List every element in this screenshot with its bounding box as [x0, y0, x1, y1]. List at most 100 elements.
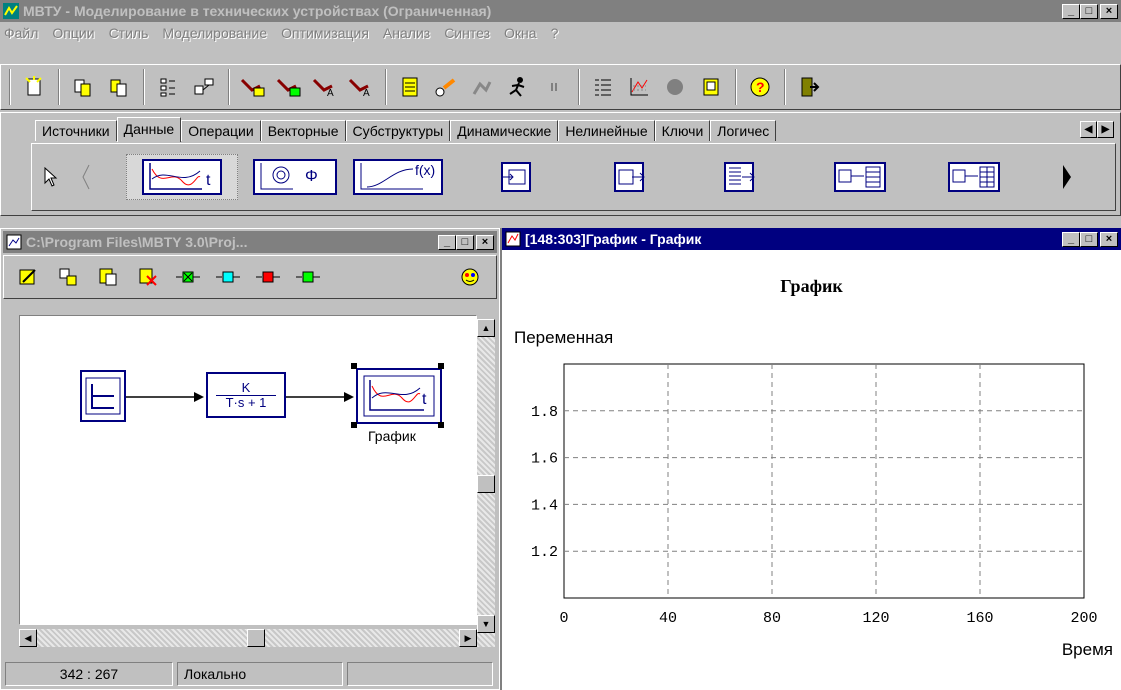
- palette-matrix-block[interactable]: [944, 154, 1004, 200]
- step-source-block[interactable]: [80, 370, 126, 422]
- block-icon-3[interactable]: A: [309, 72, 341, 102]
- pointer-tool-icon[interactable]: [36, 154, 66, 200]
- scroll-right-button[interactable]: ▶: [459, 629, 477, 647]
- menu-modeling[interactable]: Моделирование: [162, 25, 267, 41]
- menu-windows[interactable]: Окна: [504, 25, 537, 41]
- tab-vector[interactable]: Векторные: [260, 120, 346, 141]
- tab-sources[interactable]: Источники: [35, 120, 117, 141]
- menu-file[interactable]: Файл: [4, 25, 38, 41]
- pause-icon[interactable]: [538, 72, 570, 102]
- palette-file-output-block[interactable]: [720, 154, 760, 200]
- paste-block-icon[interactable]: [92, 262, 124, 292]
- view-icon[interactable]: [454, 262, 486, 292]
- svg-text:t: t: [206, 172, 211, 189]
- model-close-button[interactable]: ×: [476, 234, 494, 250]
- graph-window-titlebar[interactable]: [148:303]График - График _ □ ×: [502, 228, 1121, 250]
- palette-graph-block[interactable]: t: [126, 154, 238, 200]
- palette-phase-block[interactable]: Φ: [252, 154, 338, 200]
- plot-area[interactable]: 0 40 80 120 160 200 1.2 1.4 1.6 1.8: [502, 348, 1121, 648]
- menu-help[interactable]: ?: [551, 25, 559, 41]
- minimize-button[interactable]: _: [1062, 3, 1080, 19]
- plot-frame: [563, 363, 1085, 599]
- graph-minimize-button[interactable]: _: [1062, 231, 1080, 247]
- selection-handle[interactable]: [438, 422, 444, 428]
- save-icon[interactable]: [103, 72, 135, 102]
- block-icon-1[interactable]: [237, 72, 269, 102]
- link-cyan-icon[interactable]: [212, 262, 244, 292]
- params-icon[interactable]: [587, 72, 619, 102]
- tab-dynamic[interactable]: Динамические: [450, 120, 559, 141]
- new-icon[interactable]: [18, 72, 50, 102]
- graph-block[interactable]: t: [356, 368, 442, 424]
- model-maximize-button[interactable]: □: [456, 234, 474, 250]
- horizontal-scroll-thumb[interactable]: [247, 629, 265, 647]
- runner-icon[interactable]: [502, 72, 534, 102]
- tab-substructures[interactable]: Субструктуры: [345, 120, 451, 141]
- exit-icon[interactable]: [793, 72, 825, 102]
- scroll-left-icon[interactable]: [76, 154, 96, 200]
- y-tick-label: 1.8: [531, 404, 558, 421]
- model-canvas[interactable]: K T·s + 1 t График: [19, 315, 477, 625]
- menu-options[interactable]: Опции: [52, 25, 94, 41]
- graph-icon[interactable]: [623, 72, 655, 102]
- menu-synthesis[interactable]: Синтез: [444, 25, 490, 41]
- menu-optimization[interactable]: Оптимизация: [281, 25, 369, 41]
- app-icon: [3, 3, 19, 19]
- vertical-scrollbar[interactable]: ▲ ▼: [477, 319, 495, 647]
- link-green-icon[interactable]: [292, 262, 324, 292]
- vertical-scroll-thumb[interactable]: [477, 475, 495, 493]
- delete-block-icon[interactable]: [132, 262, 164, 292]
- tab-nonlinear[interactable]: Нелинейные: [558, 120, 655, 141]
- tab-operations[interactable]: Операции: [181, 120, 261, 141]
- block-palette: Источники Данные Операции Векторные Субс…: [0, 112, 1121, 216]
- block-icon-4[interactable]: A: [345, 72, 377, 102]
- scroll-down-button[interactable]: ▼: [477, 615, 495, 633]
- tabs-scroll-right[interactable]: ▶: [1097, 121, 1114, 138]
- menu-analysis[interactable]: Анализ: [383, 25, 430, 41]
- stop-icon[interactable]: [659, 72, 691, 102]
- document-icon[interactable]: [394, 72, 426, 102]
- help-icon[interactable]: ?: [744, 72, 776, 102]
- palette-fx-block[interactable]: f(x): [352, 154, 444, 200]
- tabs-scroll-left[interactable]: ◀: [1080, 121, 1097, 138]
- palette-table-block[interactable]: [830, 154, 890, 200]
- edit-icon[interactable]: [12, 262, 44, 292]
- palette-input-block[interactable]: [496, 154, 536, 200]
- model-window-titlebar[interactable]: C:\Program Files\MBTY 3.0\Proj... _ □ ×: [3, 231, 497, 253]
- block-icon-2[interactable]: [273, 72, 305, 102]
- graph-maximize-button[interactable]: □: [1080, 231, 1098, 247]
- tab-data[interactable]: Данные: [116, 117, 182, 142]
- close-button[interactable]: ×: [1100, 3, 1118, 19]
- model-minimize-button[interactable]: _: [438, 234, 456, 250]
- tree-icon[interactable]: [188, 72, 220, 102]
- list-icon[interactable]: [152, 72, 184, 102]
- graph-window: [148:303]График - График _ □ × График Пе…: [500, 228, 1121, 690]
- maximize-button[interactable]: □: [1080, 3, 1098, 19]
- link-x-icon[interactable]: [172, 262, 204, 292]
- scroll-left-button[interactable]: ◀: [19, 629, 37, 647]
- link-red-icon[interactable]: [252, 262, 284, 292]
- scroll-up-button[interactable]: ▲: [477, 319, 495, 337]
- print-icon[interactable]: [695, 72, 727, 102]
- scroll-right-icon[interactable]: [1052, 154, 1082, 200]
- selection-handle[interactable]: [351, 422, 357, 428]
- horizontal-scrollbar[interactable]: ◀ ▶: [19, 629, 477, 647]
- open-icon[interactable]: [67, 72, 99, 102]
- copy-block-icon[interactable]: [52, 262, 84, 292]
- menu-bar: Файл Опции Стиль Моделирование Оптимизац…: [0, 22, 1121, 43]
- step-icon[interactable]: [466, 72, 498, 102]
- transfer-function-block[interactable]: K T·s + 1: [206, 372, 286, 418]
- palette-output-block[interactable]: [610, 154, 650, 200]
- y-tick-label: 1.2: [531, 544, 558, 561]
- tab-keys[interactable]: Ключи: [654, 120, 711, 141]
- graph-close-button[interactable]: ×: [1100, 231, 1118, 247]
- x-axis-label: Время: [1061, 640, 1113, 659]
- palette-panel: t Φ f(x): [31, 143, 1116, 211]
- tab-logic[interactable]: Логичес: [710, 120, 777, 141]
- main-titlebar[interactable]: МВТУ - Моделирование в технических устро…: [0, 0, 1121, 22]
- app-title: МВТУ - Моделирование в технических устро…: [23, 3, 492, 19]
- menu-style[interactable]: Стиль: [109, 25, 149, 41]
- selection-handle[interactable]: [438, 363, 444, 369]
- selection-handle[interactable]: [351, 363, 357, 369]
- run-icon[interactable]: [430, 72, 462, 102]
